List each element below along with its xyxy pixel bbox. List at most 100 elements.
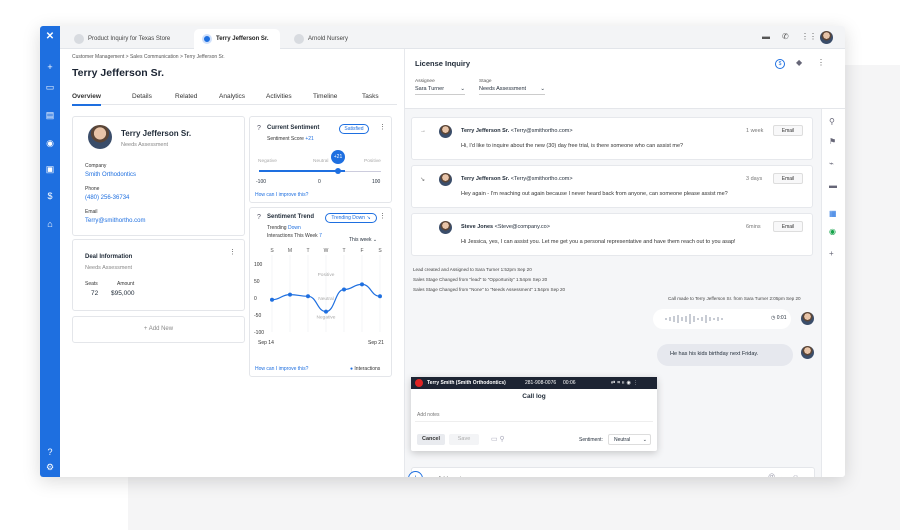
contact-status: Needs Assessment xyxy=(121,142,169,148)
more-icon[interactable]: ⋮ xyxy=(817,58,825,67)
call-duration: 00:06 xyxy=(563,380,576,386)
assignee-select[interactable]: Sara Turner ⌄ xyxy=(415,86,465,95)
stage-select[interactable]: Needs Assessment ⌄ xyxy=(479,86,545,95)
note-input[interactable] xyxy=(438,473,738,477)
add-app-icon[interactable]: + xyxy=(829,249,834,258)
more-icon[interactable]: ⋮ xyxy=(379,212,386,220)
emoji-icon[interactable]: ☺ xyxy=(792,474,799,477)
call-controls-icon[interactable]: ⇄⌗⏸◉⋮ xyxy=(611,377,640,389)
video-icon[interactable]: ▬ xyxy=(829,181,837,190)
y-tick-label: 0 xyxy=(254,296,257,302)
add-new-label: + Add New xyxy=(143,326,174,332)
data-point xyxy=(378,294,382,299)
tab-tasks[interactable]: Tasks xyxy=(362,93,379,100)
amount-value: $95,000 xyxy=(111,290,135,297)
tab-arnold-nursery[interactable]: Arnold Nursery xyxy=(286,29,372,49)
email-button[interactable]: Email xyxy=(773,221,803,232)
legend-item: ● Interactions xyxy=(350,366,380,372)
slider-handle[interactable] xyxy=(335,168,341,174)
google-app-icon[interactable]: ◉ xyxy=(829,227,836,236)
email-button[interactable]: Email xyxy=(773,125,803,136)
day-tick-label: S xyxy=(270,248,274,254)
data-point xyxy=(270,297,274,302)
tab-related[interactable]: Related xyxy=(175,93,197,100)
document-icon[interactable]: ▤ xyxy=(43,108,57,122)
legend-label: Interactions xyxy=(354,366,381,372)
dollar-icon[interactable]: $ xyxy=(43,189,57,203)
sender-avatar xyxy=(439,221,452,234)
mention-icon[interactable]: @ xyxy=(768,474,775,477)
inbox-icon[interactable]: ▭ xyxy=(43,80,57,94)
tab-product-inquiry[interactable]: Product Inquiry for Texas Store xyxy=(66,29,188,49)
sentiment-label: Sentiment: xyxy=(579,437,603,443)
phone-icon[interactable]: ✆ xyxy=(782,32,789,41)
tab-timeline[interactable]: Timeline xyxy=(313,93,337,100)
neg-label: Negative xyxy=(258,159,277,164)
stage-label: Stage xyxy=(479,79,492,84)
improve-link[interactable]: How can I improve this? xyxy=(255,366,308,372)
call-notes-input[interactable] xyxy=(415,408,653,422)
tab-overview[interactable]: Overview xyxy=(72,93,101,106)
sentiment-card: ? Current Sentiment Satisfied ⋮ Sentimen… xyxy=(249,116,392,203)
chevron-down-icon: ⌄ xyxy=(540,86,545,92)
hangup-icon[interactable] xyxy=(415,379,423,387)
user-avatar[interactable] xyxy=(820,31,833,44)
help-icon[interactable]: ? xyxy=(257,125,261,132)
tag-icon[interactable]: ◆ xyxy=(796,58,802,67)
paperclip-icon[interactable]: ⌁ xyxy=(780,474,784,477)
conversation-thread: → Terry Jefferson Sr. <Terry@smithortho.… xyxy=(405,109,821,477)
contact-avatar xyxy=(88,125,112,149)
more-icon[interactable]: ⋮ xyxy=(229,248,236,256)
help-icon[interactable]: ? xyxy=(43,445,57,459)
gift-icon[interactable]: ⌂ xyxy=(43,217,57,231)
cancel-button[interactable]: Cancel xyxy=(417,434,445,445)
phone-link[interactable]: (480) 256-36734 xyxy=(85,195,129,201)
more-icon[interactable]: ⋮ xyxy=(379,123,386,131)
breadcrumb[interactable]: Customer Management > Sales Communicatio… xyxy=(72,54,225,60)
email-link[interactable]: Terry@smithortho.com xyxy=(85,218,145,224)
calendar-icon[interactable]: ▣ xyxy=(43,162,57,176)
amount-label: Amount xyxy=(117,281,135,287)
add-icon[interactable]: + xyxy=(43,60,57,74)
trending-down-badge[interactable]: Trending Down ↘ xyxy=(325,213,377,223)
flag-icon[interactable]: ⚑ xyxy=(829,137,836,146)
search-icon[interactable]: ⚲ xyxy=(829,117,835,126)
period-select[interactable]: This week ⌄ xyxy=(349,237,377,243)
add-new-button[interactable]: + Add New xyxy=(72,316,245,343)
x-end-label: Sep 21 xyxy=(368,340,384,346)
y-tick-label: 100 xyxy=(254,262,263,268)
email-button[interactable]: Email xyxy=(773,173,803,184)
apps-grid-icon[interactable]: ⋮⋮ xyxy=(801,32,817,41)
nav-tabs: Overview Details Related Analytics Activ… xyxy=(72,91,397,106)
save-button[interactable]: Save xyxy=(449,434,479,445)
data-point xyxy=(324,309,328,314)
chat-icon[interactable]: ▬ xyxy=(762,32,770,41)
calendar-app-icon[interactable]: ▦ xyxy=(829,209,837,218)
tab-icon xyxy=(202,34,212,44)
trend-chart: S M T W T F S 100 50 0 -50 -100 Positive Neutral Negat… xyxy=(254,248,384,346)
interactions-label: Interactions This Week xyxy=(267,233,318,239)
max-label: 100 xyxy=(372,179,381,185)
satisfied-badge[interactable]: Satisfied xyxy=(339,124,369,134)
chevron-down-icon: ⌄ xyxy=(460,86,465,92)
mid-label: 0 xyxy=(318,179,321,185)
add-note-icon[interactable]: + xyxy=(408,471,423,477)
phone-label: Phone xyxy=(85,186,100,192)
attach-icon[interactable]: ▭ ⚲ xyxy=(491,435,505,443)
paperclip-icon[interactable]: ⌁ xyxy=(829,159,834,168)
tab-analytics[interactable]: Analytics xyxy=(219,93,245,100)
tab-terry-jefferson[interactable]: Terry Jefferson Sr. xyxy=(194,29,280,49)
contacts-icon[interactable]: ◉ xyxy=(43,136,57,150)
sentiment-select[interactable]: Neutral ⌄ xyxy=(608,434,651,445)
interactions-count: 7 xyxy=(319,233,322,239)
tab-details[interactable]: Details xyxy=(132,93,152,100)
dollar-icon[interactable]: $ xyxy=(775,59,785,69)
tab-activities[interactable]: Activities xyxy=(266,93,292,100)
min-label: -100 xyxy=(256,179,267,185)
improve-link[interactable]: How can I improve this? xyxy=(255,192,308,198)
help-icon[interactable]: ? xyxy=(257,214,261,221)
call-recording-player[interactable]: ◷ 0:01 xyxy=(653,309,791,329)
app-window: ✕ + ▭ ▤ ◉ ▣ $ ⌂ ? ⚙ Product Inquiry for … xyxy=(40,26,845,477)
settings-icon[interactable]: ⚙ xyxy=(43,460,57,474)
company-link[interactable]: Smith Orthodontics xyxy=(85,172,136,178)
